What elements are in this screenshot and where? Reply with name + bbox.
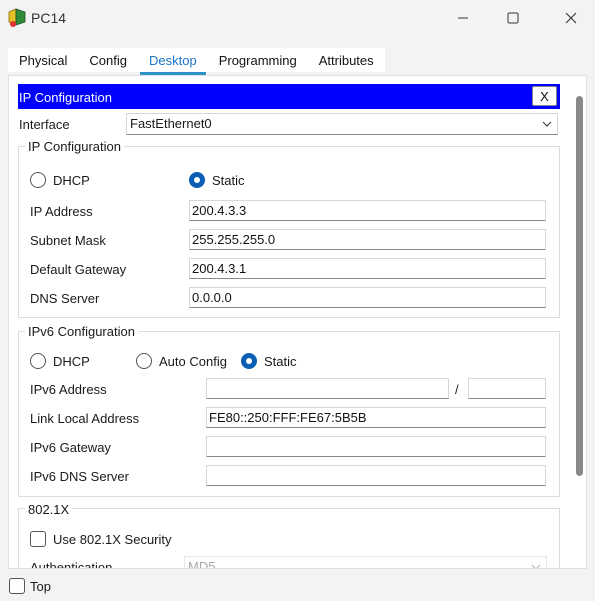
authentication-value: MD5 xyxy=(188,559,216,569)
ipv4-dhcp-radio[interactable] xyxy=(30,172,46,188)
tab-bar: Physical Config Desktop Programming Attr… xyxy=(8,48,385,75)
ipv4-group-title: IP Configuration xyxy=(25,139,124,154)
ipv6-prefix-input[interactable] xyxy=(468,378,546,399)
ipv6-auto-config-radio[interactable] xyxy=(136,353,152,369)
minimize-icon xyxy=(458,17,468,19)
default-gateway-input[interactable]: 200.4.3.1 xyxy=(189,258,546,279)
ipv6-static-radio[interactable] xyxy=(241,353,257,369)
ip-address-input[interactable]: 200.4.3.3 xyxy=(189,200,546,221)
default-gateway-label: Default Gateway xyxy=(30,262,127,277)
interface-value: FastEthernet0 xyxy=(130,116,212,131)
tab-programming[interactable]: Programming xyxy=(208,48,308,72)
top-checkbox[interactable] xyxy=(9,578,25,594)
top-label: Top xyxy=(30,579,51,594)
ipv6-address-label: IPv6 Address xyxy=(30,382,107,397)
ipv6-group-title: IPv6 Configuration xyxy=(25,324,138,339)
close-icon xyxy=(565,12,577,24)
subnet-mask-input[interactable]: 255.255.255.0 xyxy=(189,229,546,250)
interface-select[interactable]: FastEthernet0 xyxy=(126,113,558,135)
ipv4-static-radio[interactable] xyxy=(189,172,205,188)
ipv6-gateway-label: IPv6 Gateway xyxy=(30,440,111,455)
dns-server-input[interactable]: 0.0.0.0 xyxy=(189,287,546,308)
ipv6-static-label: Static xyxy=(264,354,297,369)
ip-config-close-button[interactable]: X xyxy=(532,86,557,106)
ip-address-label: IP Address xyxy=(30,204,93,219)
packet-tracer-pc-icon xyxy=(8,8,26,27)
authentication-select[interactable]: MD5 xyxy=(184,556,547,569)
desktop-panel: IP Configuration X Interface FastEtherne… xyxy=(8,75,587,569)
vertical-scrollbar[interactable] xyxy=(575,94,584,557)
ipv4-static-label: Static xyxy=(212,173,245,188)
ipv6-dns-server-label: IPv6 DNS Server xyxy=(30,469,129,484)
tab-physical[interactable]: Physical xyxy=(8,48,78,72)
tab-config[interactable]: Config xyxy=(78,48,138,72)
chevron-down-icon xyxy=(531,564,541,568)
ipv6-gateway-input[interactable] xyxy=(206,436,546,457)
use-8021x-checkbox[interactable] xyxy=(30,531,46,547)
prefix-separator: / xyxy=(455,382,459,397)
interface-label: Interface xyxy=(19,117,70,132)
tab-desktop[interactable]: Desktop xyxy=(138,48,208,75)
link-local-address-label: Link Local Address xyxy=(30,411,140,426)
authentication-label: Authentication xyxy=(30,560,113,569)
dot1x-group-title: 802.1X xyxy=(25,502,73,517)
maximize-icon xyxy=(507,12,519,24)
subnet-mask-label: Subnet Mask xyxy=(30,233,106,248)
ip-config-header: IP Configuration X xyxy=(18,84,560,109)
tab-attributes[interactable]: Attributes xyxy=(308,48,385,72)
ip-config-title: IP Configuration xyxy=(19,90,112,105)
use-8021x-label: Use 802.1X Security xyxy=(53,532,172,547)
ipv6-address-input[interactable] xyxy=(206,378,449,399)
close-window-button[interactable] xyxy=(548,4,594,32)
chevron-down-icon xyxy=(542,121,552,127)
ipv6-dhcp-label: DHCP xyxy=(53,354,90,369)
link-local-address-input[interactable]: FE80::250:FFF:FE67:5B5B xyxy=(206,407,546,428)
minimize-button[interactable] xyxy=(440,4,486,32)
dns-server-label: DNS Server xyxy=(30,291,100,306)
scrollbar-thumb[interactable] xyxy=(576,96,583,476)
ipv6-dns-server-input[interactable] xyxy=(206,465,546,486)
maximize-button[interactable] xyxy=(490,4,536,32)
window-title: PC14 xyxy=(31,10,67,26)
ipv6-auto-config-label: Auto Config xyxy=(159,354,227,369)
ipv4-dhcp-label: DHCP xyxy=(53,173,90,188)
ipv6-dhcp-radio[interactable] xyxy=(30,353,46,369)
title-bar: PC14 xyxy=(0,0,595,37)
